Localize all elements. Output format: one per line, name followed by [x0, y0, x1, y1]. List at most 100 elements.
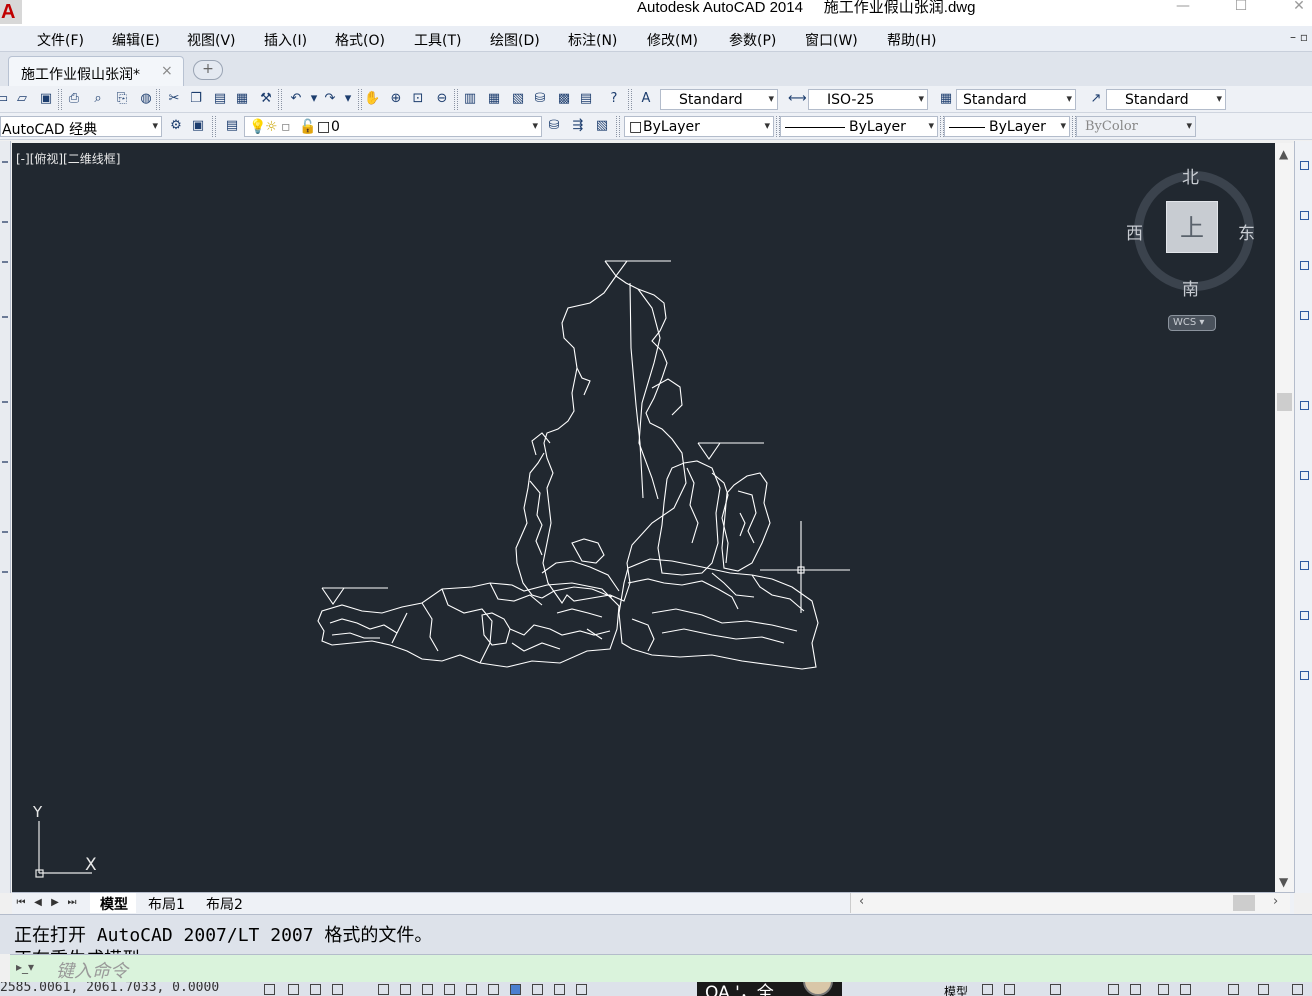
layer-previous-icon[interactable]: ⇶: [570, 118, 586, 134]
match-properties-icon[interactable]: ⚒: [258, 91, 274, 107]
properties-icon[interactable]: ▥: [462, 91, 478, 107]
close-button[interactable]: ✕: [1289, 0, 1309, 14]
infer-constraints-icon[interactable]: [264, 984, 275, 995]
hardware-acceleration-icon[interactable]: [1258, 984, 1269, 995]
zoom-realtime-icon[interactable]: ⊕: [388, 91, 404, 107]
menu-tools[interactable]: 工具(T): [414, 30, 461, 50]
save-icon[interactable]: ▣: [38, 91, 54, 107]
make-object-layer-current-icon[interactable]: ⛁: [546, 118, 562, 134]
tab-model[interactable]: 模型: [90, 893, 136, 913]
publish-icon[interactable]: ⎘: [114, 91, 130, 107]
last-layout-icon[interactable]: ⏭: [65, 896, 79, 910]
viewcube[interactable]: 上 北 南 东 西 WCS ▾: [1124, 163, 1264, 343]
zoom-window-icon[interactable]: ⊡: [410, 91, 426, 107]
menu-format[interactable]: 格式(O): [335, 30, 385, 50]
lock-ui-icon[interactable]: [1180, 984, 1191, 995]
draw-tool-icon[interactable]: [1300, 401, 1309, 410]
annotation-scale-icon[interactable]: [1050, 984, 1061, 995]
isolate-objects-icon[interactable]: [1228, 984, 1239, 995]
clean-screen-icon[interactable]: [1292, 984, 1303, 995]
text-style-combo[interactable]: Standard ▾: [660, 89, 778, 110]
dynamic-input-icon[interactable]: [488, 984, 499, 995]
layer-combo[interactable]: 💡 ☼ ▫ 🔓 □ 0 ▾: [244, 116, 542, 137]
menu-insert[interactable]: 插入(I): [264, 30, 307, 50]
object-snap-tracking-icon[interactable]: [444, 984, 455, 995]
minimize-button[interactable]: —: [1173, 0, 1193, 14]
redo-icon[interactable]: ↷: [322, 91, 338, 107]
drawing-viewport[interactable]: [-][俯视][二维线框] 上 北 南 东 西 WCS ▾ Y X: [12, 143, 1275, 892]
tab-layout2[interactable]: 布局2: [196, 893, 251, 913]
menu-modify[interactable]: 修改(M): [647, 30, 698, 50]
menu-file[interactable]: 文件(F): [37, 30, 84, 50]
transparency-icon[interactable]: [532, 984, 543, 995]
mleader-style-icon[interactable]: ↗: [1088, 91, 1104, 107]
plot-icon[interactable]: ⎙: [66, 91, 82, 107]
menu-edit[interactable]: 编辑(E): [112, 30, 160, 50]
lineweight-display-icon[interactable]: [510, 984, 521, 995]
compass-east[interactable]: 东: [1238, 219, 1255, 244]
menu-parametric[interactable]: 参数(P): [729, 30, 776, 50]
menu-dimension[interactable]: 标注(N): [568, 30, 617, 50]
quick-view-layouts-icon[interactable]: [982, 984, 993, 995]
maximize-button[interactable]: ☐: [1231, 0, 1251, 14]
calculator-icon[interactable]: ▤: [578, 91, 594, 107]
first-layout-icon[interactable]: ⏮: [14, 896, 28, 910]
draw-tool-icon[interactable]: [1300, 471, 1309, 480]
draw-tool-icon[interactable]: [1300, 161, 1309, 170]
plot-preview-icon[interactable]: ⌕: [90, 91, 106, 107]
coordinate-readout[interactable]: 2585.0061, 2061.7033, 0.0000: [0, 982, 219, 995]
sheet-set-icon[interactable]: ⛁: [532, 91, 548, 107]
zoom-previous-icon[interactable]: ⊖: [434, 91, 450, 107]
ortho-mode-icon[interactable]: [332, 984, 343, 995]
command-input[interactable]: 键入命令: [56, 957, 128, 983]
mleader-style-combo[interactable]: Standard ▾: [1106, 89, 1226, 110]
layer-state-icon[interactable]: ▧: [594, 118, 610, 134]
mdi-controls[interactable]: – ▫: [1290, 30, 1308, 44]
next-layout-icon[interactable]: ▶: [48, 896, 62, 910]
3d-object-snap-icon[interactable]: [422, 984, 433, 995]
new-icon[interactable]: ▭: [0, 91, 10, 107]
dim-style-combo[interactable]: ISO-25 ▾: [808, 89, 928, 110]
quick-view-drawings-icon[interactable]: [1004, 984, 1015, 995]
paste-icon[interactable]: ▤: [212, 91, 228, 107]
close-tab-icon[interactable]: ×: [161, 63, 173, 79]
compass-south[interactable]: 南: [1182, 275, 1199, 300]
text-style-icon[interactable]: A: [638, 91, 654, 107]
layer-properties-icon[interactable]: ▤: [224, 118, 240, 134]
markup-icon[interactable]: ▩: [556, 91, 572, 107]
redo-dropdown-icon[interactable]: ▾: [340, 91, 356, 107]
table-style-icon[interactable]: ▦: [938, 91, 954, 107]
horizontal-scroll-thumb[interactable]: [1233, 895, 1255, 911]
wcs-menu-button[interactable]: WCS ▾: [1168, 315, 1216, 331]
workspace-settings-icon[interactable]: ⚙: [168, 118, 184, 134]
modify-tool-icon[interactable]: [1300, 611, 1309, 620]
paste-block-icon[interactable]: ▦: [234, 91, 250, 107]
draw-tool-icon[interactable]: [1300, 261, 1309, 270]
command-prompt-icon[interactable]: ▸_▾: [16, 960, 46, 978]
new-tab-button[interactable]: +: [193, 60, 223, 80]
workspace-save-icon[interactable]: ▣: [190, 118, 206, 134]
workspace-combo[interactable]: AutoCAD 经典 ▾: [0, 116, 162, 138]
workspace-switching-icon[interactable]: [1158, 984, 1169, 995]
vertical-scroll-thumb[interactable]: [1277, 393, 1292, 411]
scroll-down-icon[interactable]: ▼: [1279, 875, 1288, 889]
menu-help[interactable]: 帮助(H): [887, 30, 936, 50]
polar-tracking-icon[interactable]: [378, 984, 389, 995]
pan-icon[interactable]: ✋: [364, 91, 380, 107]
menu-window[interactable]: 窗口(W): [805, 30, 858, 50]
viewcube-top-face[interactable]: 上: [1166, 201, 1218, 253]
modify-tool-icon[interactable]: [1300, 561, 1309, 570]
menu-view[interactable]: 视图(V): [187, 30, 236, 50]
3d-print-icon[interactable]: ◍: [138, 91, 154, 107]
draw-tool-icon[interactable]: [1300, 311, 1309, 320]
modify-tool-icon[interactable]: [1300, 671, 1309, 680]
vertical-scrollbar[interactable]: ▲ ▼: [1275, 143, 1294, 892]
selection-cycling-icon[interactable]: [576, 984, 587, 995]
cut-icon[interactable]: ✂: [166, 91, 182, 107]
copy-icon[interactable]: ❐: [188, 91, 204, 107]
dim-style-icon[interactable]: ⟷: [788, 91, 807, 107]
scroll-up-icon[interactable]: ▲: [1279, 147, 1288, 161]
compass-north[interactable]: 北: [1182, 163, 1199, 188]
model-space-label[interactable]: 模型: [944, 983, 968, 996]
snap-mode-icon[interactable]: [288, 984, 299, 995]
